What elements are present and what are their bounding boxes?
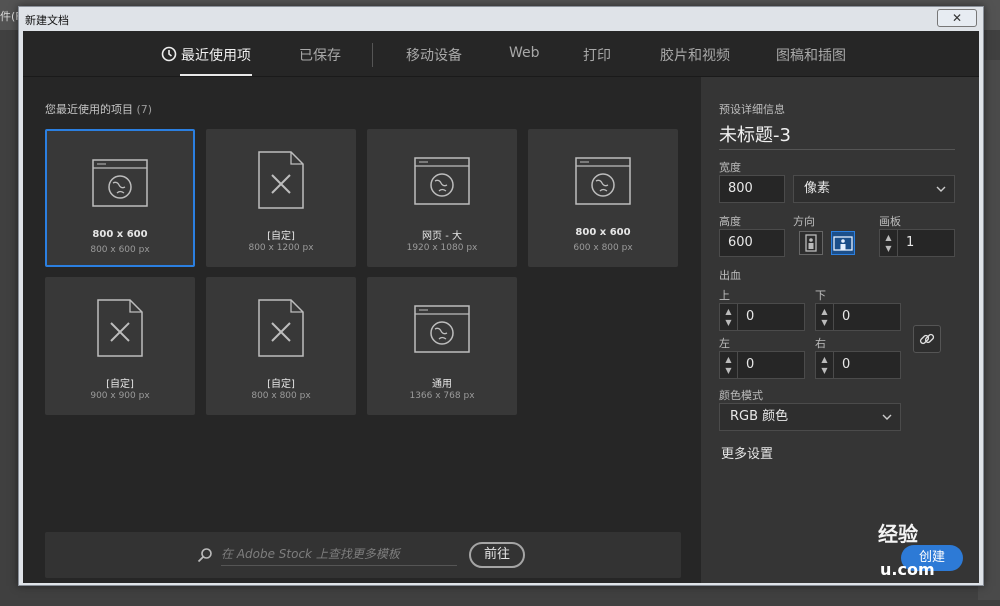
portrait-button[interactable] [799,231,823,255]
dialog-title: 新建文档 [25,14,69,27]
bleed-left-stepper[interactable]: ▲ ▼ 0 [719,351,805,379]
watermark-url: u.com [880,560,935,579]
bleed-top-label: 上 [719,289,730,302]
active-tab-indicator [180,74,252,76]
portrait-icon [805,234,817,252]
bleed-top-value: 0 [746,309,755,324]
bleed-right-label: 右 [815,337,826,350]
bleed-label: 出血 [719,269,741,282]
link-icon [919,333,935,345]
preset-card[interactable]: 800 x 600 800 x 600 px [45,129,195,267]
stock-search-input[interactable] [221,542,457,566]
bleed-right-value: 0 [842,357,851,372]
artboard-label: 画板 [879,215,901,228]
bleed-left-value: 0 [746,357,755,372]
height-field[interactable]: 600 [719,229,785,257]
height-label: 高度 [719,215,741,228]
artboard-value: 1 [906,235,915,250]
landscape-button[interactable] [831,231,855,255]
bleed-right-stepper[interactable]: ▲ ▼ 0 [815,351,901,379]
web-preset-icon [92,159,148,207]
preset-name: 800 x 600 [92,229,148,240]
preset-size: 1920 x 1080 px [406,243,478,253]
unit-select[interactable]: 像素 [793,175,955,203]
preset-size: 1366 x 768 px [409,391,475,401]
color-mode-value: RGB 颜色 [730,409,789,424]
document-preset-icon [258,299,304,357]
width-field[interactable]: 800 [719,175,785,203]
stock-search-bar: 前往 [45,532,681,578]
preset-size: 800 x 800 px [251,391,311,401]
orientation-label: 方向 [793,215,815,228]
bleed-bottom-label: 下 [815,289,826,302]
preset-size: 800 x 600 px [90,245,150,255]
watermark-logo: 经验 [878,522,918,546]
category-tabbar: 最近使用项 已保存 移动设备 Web 打印 胶片和视频 图稿和插图 [23,31,979,77]
preset-size: 600 x 800 px [573,243,633,253]
stepper-arrows-icon[interactable]: ▲ ▼ [816,352,834,378]
go-button[interactable]: 前往 [469,542,525,568]
preset-name: [自定] [267,231,295,242]
document-preset-icon [258,151,304,209]
preset-details-panel: 预设详细信息 未标题-3 宽度 800 像素 高度 600 方向 画板 ▲ ▼ 1 [701,77,979,583]
tab-mobile[interactable]: 移动设备 [406,45,462,65]
bleed-bottom-stepper[interactable]: ▲ ▼ 0 [815,303,901,331]
preset-card[interactable]: [自定] 800 x 800 px [206,277,356,415]
recent-items-area: 您最近使用的项目 (7) 800 x 600 800 x 600 px [自定]… [23,77,701,583]
tab-art-illustration[interactable]: 图稿和插图 [776,45,846,65]
more-settings-link[interactable]: 更多设置 [721,443,773,462]
stepper-arrows-icon[interactable]: ▲ ▼ [816,304,834,330]
color-mode-select[interactable]: RGB 颜色 [719,403,901,431]
preset-size: 800 x 1200 px [248,243,314,253]
bleed-top-stepper[interactable]: ▲ ▼ 0 [719,303,805,331]
preset-card[interactable]: 网页 - 大 1920 x 1080 px [367,129,517,267]
preset-name: [自定] [267,379,295,390]
tab-saved[interactable]: 已保存 [299,45,341,65]
preset-card[interactable]: [自定] 800 x 1200 px [206,129,356,267]
stepper-arrows-icon[interactable]: ▲ ▼ [720,352,738,378]
preset-card[interactable]: [自定] 900 x 900 px [45,277,195,415]
unit-select-value: 像素 [804,181,831,196]
document-name-underline [719,149,955,150]
clock-icon [161,46,177,62]
recent-items-count: (7) [136,103,153,116]
tab-web[interactable]: Web [509,45,540,61]
preset-size: 900 x 900 px [90,391,150,401]
landscape-icon [833,236,853,251]
document-name[interactable]: 未标题-3 [719,121,791,147]
preset-name: 网页 - 大 [422,231,462,242]
web-preset-icon [414,305,470,353]
web-preset-icon [575,157,631,205]
new-document-dialog: 新建文档 ✕ 最近使用项 已保存 移动设备 Web 打印 胶片和视频 图稿和插图… [18,6,984,586]
web-preset-icon [414,157,470,205]
chevron-down-icon [936,186,946,192]
preset-details-heading: 预设详细信息 [719,103,785,116]
bleed-bottom-value: 0 [842,309,851,324]
recent-items-heading: 您最近使用的项目 (7) [45,101,152,117]
tab-print[interactable]: 打印 [583,45,611,65]
preset-name: [自定] [106,379,134,390]
bleed-left-label: 左 [719,337,730,350]
document-preset-icon [97,299,143,357]
preset-name: 800 x 600 [575,227,631,238]
preset-name: 通用 [432,379,452,390]
artboard-stepper[interactable]: ▲ ▼ 1 [879,229,955,257]
stepper-arrows-icon[interactable]: ▲ ▼ [720,304,738,330]
search-icon [197,548,212,563]
dialog-titlebar[interactable]: 新建文档 ✕ [19,7,983,31]
width-label: 宽度 [719,161,741,174]
link-bleed-button[interactable] [913,325,941,353]
tab-divider [372,43,373,67]
close-button[interactable]: ✕ [937,9,977,27]
dialog-content: 最近使用项 已保存 移动设备 Web 打印 胶片和视频 图稿和插图 您最近使用的… [23,31,979,583]
color-mode-label: 颜色模式 [719,389,763,402]
chevron-down-icon [882,414,892,420]
recent-items-label: 您最近使用的项目 [45,103,133,116]
tab-film-video[interactable]: 胶片和视频 [660,45,730,65]
stepper-arrows-icon[interactable]: ▲ ▼ [880,230,898,256]
tab-recent[interactable]: 最近使用项 [181,45,251,65]
preset-card[interactable]: 通用 1366 x 768 px [367,277,517,415]
preset-card[interactable]: 800 x 600 600 x 800 px [528,129,678,267]
